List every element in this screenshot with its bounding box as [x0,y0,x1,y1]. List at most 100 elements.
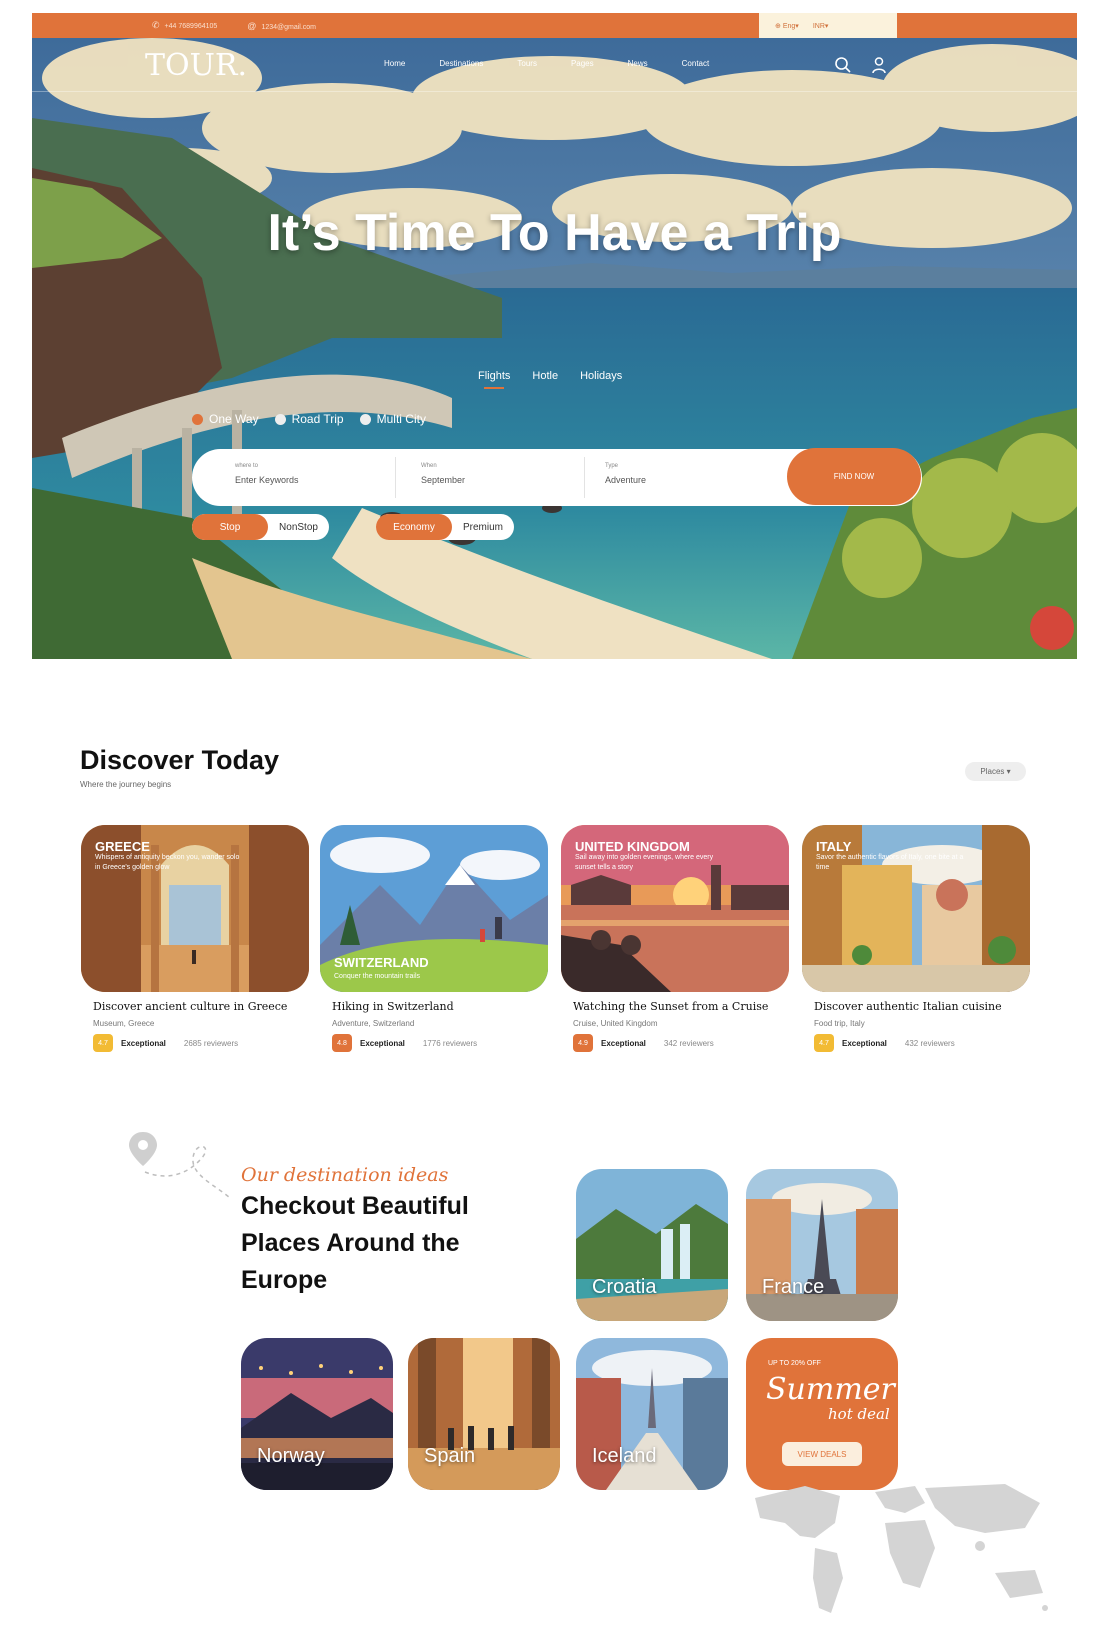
when-label: When [421,463,437,469]
radio[interactable] [359,413,371,425]
rating-label: Exceptional [842,1038,887,1048]
card-rating: 4.9 Exceptional 342 reviewers [561,1034,789,1052]
divider [395,457,396,498]
nav-link-news[interactable]: News [628,59,648,68]
nonstop-option[interactable]: NonStop [268,522,329,533]
trip-type-road-trip[interactable]: Road Trip [274,412,344,426]
card-rating: 4.7 Exceptional 432 reviewers [802,1034,1030,1052]
trip-card-image[interactable]: UNITED KINGDOM Sail away into golden eve… [561,825,789,992]
when-field[interactable]: When September [421,449,571,506]
map-pin-path-decoration [129,1132,231,1199]
destinations-title: Checkout Beautiful Places Around the Eur… [241,1192,469,1294]
nav-icons [834,56,888,74]
trip-card-greece[interactable]: GREECE Whispers of antiquity beckon you,… [81,825,309,1052]
summer-deal-card[interactable]: UP TO 20% OFF Summer hot deal VIEW DEALS [746,1338,898,1490]
main-nav: TOUR. Home Destinations Tours Pages News… [32,38,1077,92]
economy-option[interactable]: Economy [376,514,452,540]
destination-name: Norway [257,1445,325,1467]
deal-kicker: UP TO 20% OFF [768,1360,821,1367]
nav-link-tours[interactable]: Tours [517,59,537,68]
stop-option[interactable]: Stop [192,514,268,540]
destination-tile-spain[interactable]: Spain [408,1338,560,1490]
phone[interactable]: ✆ +44 7689964105 [152,20,217,31]
card-category: Cruise, United Kingdom [573,1019,658,1028]
card-overlay-text: Conquer the mountain trails [334,973,420,980]
currency-value: INR [812,22,825,30]
destination-tile-france[interactable]: France [746,1169,898,1321]
destination-tile-iceland[interactable]: Iceland [576,1338,728,1490]
review-count: 1776 reviewers [422,1038,478,1048]
user-icon[interactable] [870,56,888,74]
logo[interactable]: TOUR. [145,48,247,83]
globe-icon: ⊕ [775,22,781,30]
search-icon[interactable] [834,56,852,74]
tab-holidays[interactable]: Holidays [580,370,622,382]
trip-type-label: Road Trip [291,412,344,426]
card-country: ITALY [816,839,852,854]
card-overlay-text: Whispers of antiquity beckon you, wander… [95,854,240,871]
hero-title: It’s Time To Have a Trip [267,204,842,262]
review-count: 342 reviewers [663,1038,714,1048]
email[interactable]: @1234@gmail.com [247,21,316,31]
card-category: Food trip, Italy [814,1019,865,1028]
rating-badge: 4.7 [814,1034,834,1052]
card-rating: 4.8 Exceptional 1776 reviewers [320,1034,548,1052]
trip-type-multi-city[interactable]: Multi City [359,412,426,426]
destination-name: France [762,1276,825,1298]
trip-type-one-way[interactable]: One Way [192,412,259,426]
locale-selector: ⊕ Eng▾ INR▾ [759,13,897,38]
trip-card-image[interactable]: SWITZERLAND Conquer the mountain trails [320,825,548,992]
type-field[interactable]: Type Adventure [605,449,755,506]
premium-option[interactable]: Premium [452,522,514,533]
type-label: Type [605,463,619,469]
nav-link-home[interactable]: Home [384,59,405,68]
phone-text: +44 7689964105 [164,23,218,30]
type-input[interactable]: Adventure [605,475,755,485]
radio-selected[interactable] [192,413,203,425]
card-category: Museum, Greece [93,1019,155,1028]
destination-tile-norway[interactable]: Norway [241,1338,393,1490]
divider [584,457,585,498]
destination-name: Iceland [592,1445,657,1467]
contact-info: ✆ +44 7689964105 @1234@gmail.com [152,13,316,38]
nav-link-destinations[interactable]: Destinations [439,59,483,68]
rating-label: Exceptional [360,1038,405,1048]
find-now-button[interactable]: FIND NOW [787,448,921,505]
deal-subtitle: hot deal [828,1405,890,1423]
card-title[interactable]: Discover ancient culture in Greece [81,1000,309,1013]
card-title[interactable]: Hiking in Switzerland [320,1000,548,1013]
class-toggle: Economy Premium [376,514,514,540]
nav-link-contact[interactable]: Contact [682,59,710,68]
rating-badge: 4.9 [573,1034,593,1052]
destinations-kicker: Our destination ideas [241,1164,449,1186]
card-category: Adventure, Switzerland [332,1019,415,1028]
review-count: 432 reviewers [904,1038,955,1048]
card-title[interactable]: Watching the Sunset from a Cruise [561,1000,789,1013]
where-field[interactable]: where to Enter Keywords [235,449,385,506]
places-filter-button[interactable]: Places ▾ [965,762,1026,781]
card-overlay-text: Savor the authentic flavors of Italy, on… [816,854,964,871]
page: ✆ +44 7689964105 @1234@gmail.com ⊕ Eng▾ I… [0,0,1114,1644]
currency-select[interactable]: INR▾ [813,22,829,30]
where-input[interactable]: Enter Keywords [235,475,385,485]
radio[interactable] [274,413,286,425]
trip-card-switzerland[interactable]: SWITZERLAND Conquer the mountain trails … [320,825,548,1052]
discover-subtitle: Where the journey begins [80,780,172,789]
when-input[interactable]: September [421,475,571,485]
hero-background-illustration [32,38,1077,659]
nav-link-pages[interactable]: Pages [571,59,594,68]
trip-card-image[interactable]: ITALY Savor the authentic flavors of Ita… [802,825,1030,992]
view-deals-button[interactable]: VIEW DEALS [782,1442,862,1466]
trip-card-united-kingdom[interactable]: UNITED KINGDOM Sail away into golden eve… [561,825,789,1052]
language-select[interactable]: ⊕ Eng▾ [775,22,799,30]
tab-flights[interactable]: Flights [478,370,510,389]
discover-title: Discover Today [80,745,280,775]
stop-toggle: Stop NonStop [192,514,329,540]
tab-hotel[interactable]: Hotle [532,370,558,382]
card-title[interactable]: Discover authentic Italian cuisine [802,1000,1030,1013]
trip-type-label: Multi City [376,412,426,426]
chevron-down-icon: ▾ [824,22,829,30]
trip-card-image[interactable]: GREECE Whispers of antiquity beckon you,… [81,825,309,992]
trip-card-italy[interactable]: ITALY Savor the authentic flavors of Ita… [802,825,1030,1052]
destination-tile-croatia[interactable]: Croatia [576,1169,728,1321]
